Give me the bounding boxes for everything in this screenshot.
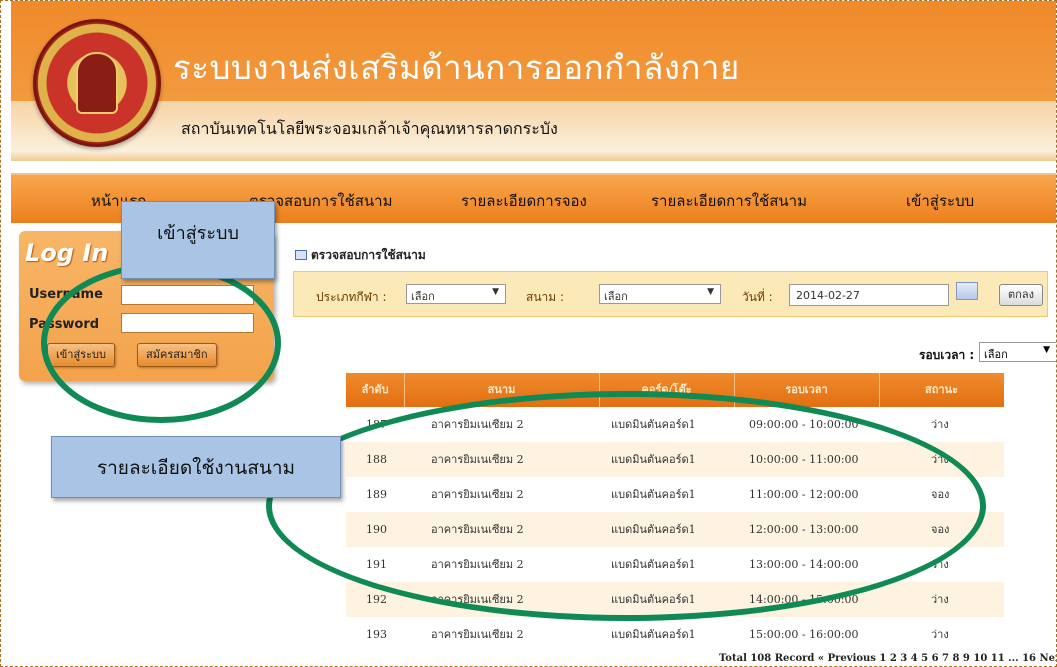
section-heading: ตรวจสอบการใช้สนาม: [295, 246, 426, 265]
table-cell-court: แบดมินตันคอร์ด1: [611, 628, 696, 641]
sport-type-value: เลือก: [411, 290, 435, 303]
date-label: วันที่ :: [742, 290, 773, 304]
table-cell-status: ว่าง: [931, 628, 949, 641]
highlight-ellipse-table: [266, 391, 986, 621]
dropdown-arrow-icon: ▼: [492, 287, 499, 297]
app-subtitle: สถาบันเทคโนโลยีพระจอมเกล้าเจ้าคุณทหารลาด…: [181, 119, 558, 138]
institute-seal-icon: [33, 19, 161, 147]
callout-field-detail: รายละเอียดใช้งานสนาม: [51, 436, 341, 498]
column-header-status: สถานะ: [925, 383, 958, 396]
pagination[interactable]: Total 108 Record « Previous 1 2 3 4 5 6 …: [719, 653, 1056, 664]
filter-bar: ประเภทกีฬา : เลือก ▼ สนาม : เลือก ▼ วันที่…: [293, 271, 1048, 317]
nav-item-booking-detail[interactable]: รายละเอียดการจอง: [461, 189, 587, 213]
table-cell-status: ว่าง: [931, 418, 949, 431]
time-slot-label: รอบเวลา :: [919, 348, 975, 362]
ok-button[interactable]: ตกลง: [999, 284, 1043, 306]
field-value: เลือก: [604, 290, 628, 303]
login-title: Log In: [25, 239, 109, 267]
sport-type-label: ประเภทกีฬา :: [316, 290, 387, 304]
table-row[interactable]: 193 อาคารยิมเนเซียม 2 แบดมินตันคอร์ด1 15:00…: [346, 617, 1004, 652]
site-header: ระบบงานส่งเสริมด้านการออกกำลังกาย สถาบัน…: [11, 1, 1056, 161]
column-header-no: ลำดับ: [361, 383, 389, 396]
field-select[interactable]: เลือก ▼: [599, 284, 721, 304]
page-frame: ระบบงานส่งเสริมด้านการออกกำลังกาย สถาบัน…: [0, 0, 1057, 667]
time-slot-value: เลือก: [984, 348, 1008, 361]
dropdown-arrow-icon: ▼: [1043, 345, 1050, 355]
dropdown-arrow-icon: ▼: [707, 287, 714, 297]
sport-type-select[interactable]: เลือก ▼: [406, 284, 506, 304]
time-slot-select[interactable]: เลือก ▼: [979, 342, 1056, 362]
table-cell-venue: อาคารยิมเนเซียม 2: [431, 628, 524, 641]
highlight-ellipse-login: [41, 263, 281, 423]
table-cell-no: 193: [366, 628, 387, 641]
callout-login: เข้าสู่ระบบ: [121, 201, 275, 279]
date-input[interactable]: 2014-02-27: [789, 284, 949, 306]
app-title: ระบบงานส่งเสริมด้านการออกกำลังกาย: [173, 48, 740, 87]
table-cell-time: 15:00:00 - 16:00:00: [749, 628, 859, 641]
nav-item-field-usage-detail[interactable]: รายละเอียดการใช้สนาม: [651, 189, 807, 213]
table-cell-status: ว่าง: [931, 593, 949, 606]
window-icon: [295, 250, 307, 260]
calendar-icon[interactable]: [956, 282, 978, 300]
field-label: สนาม :: [526, 290, 565, 304]
nav-item-login[interactable]: เข้าสู่ระบบ: [906, 189, 974, 213]
section-heading-text: ตรวจสอบการใช้สนาม: [311, 248, 426, 262]
